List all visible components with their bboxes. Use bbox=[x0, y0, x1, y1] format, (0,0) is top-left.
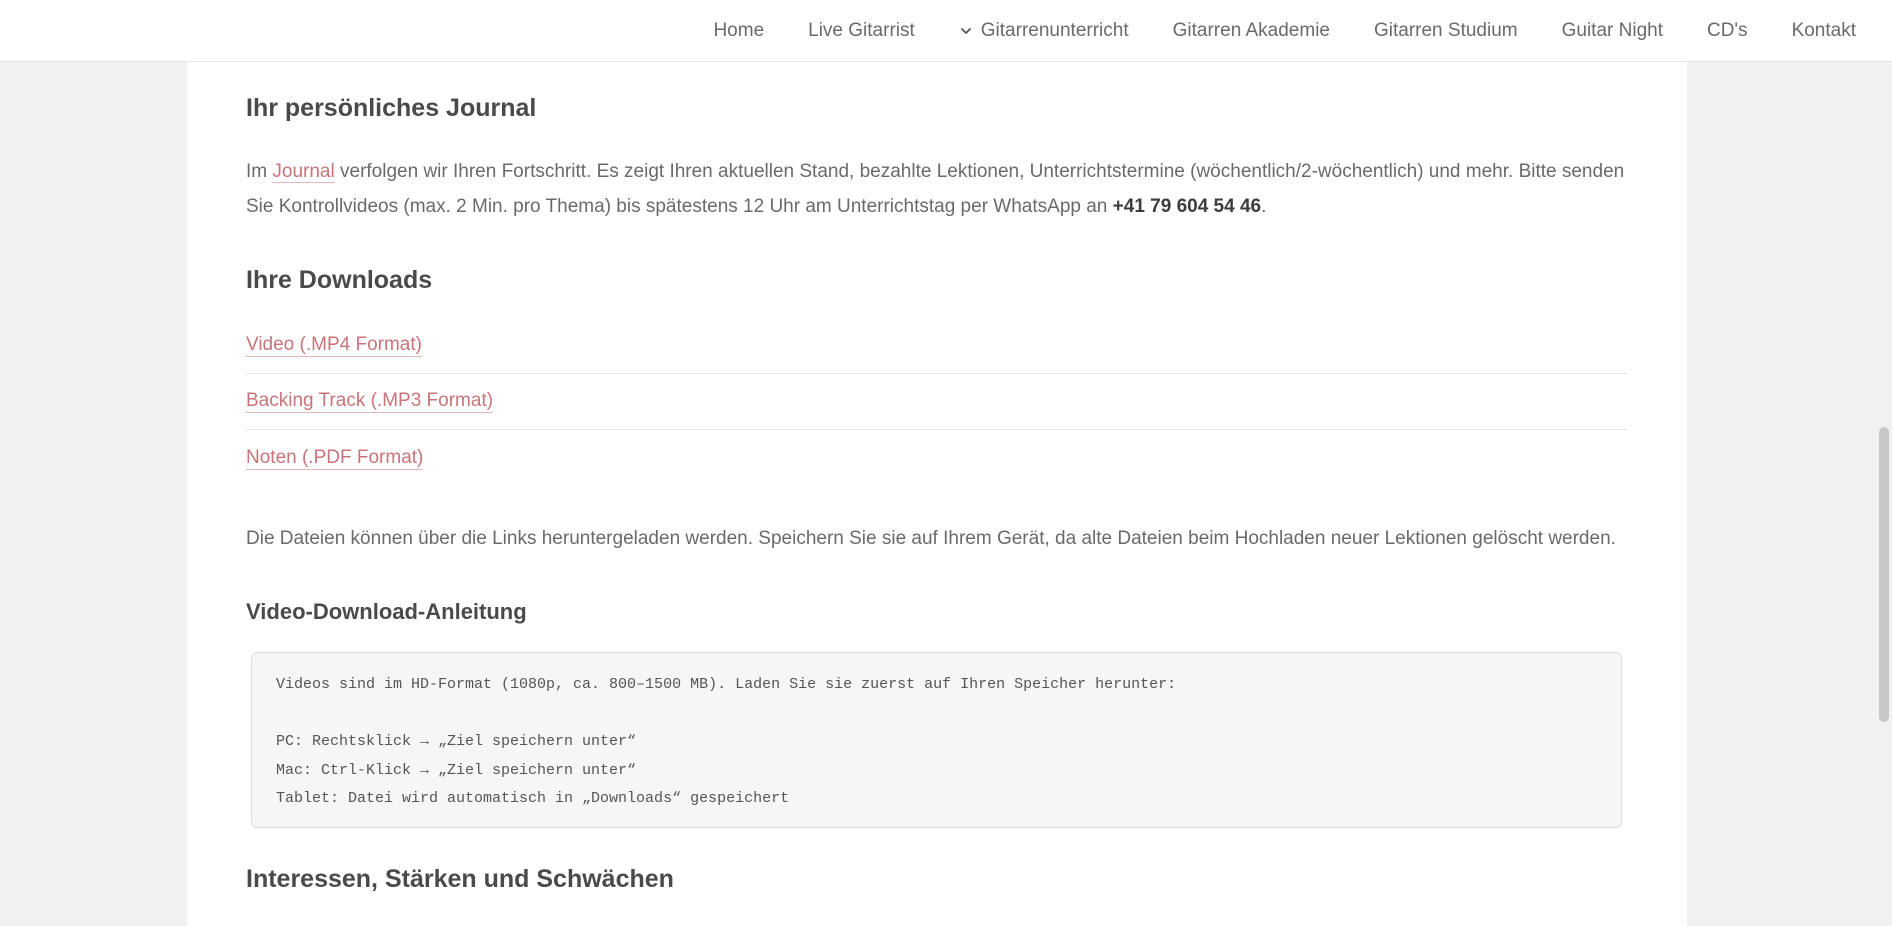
content-panel: Ihr persönliches Journal Im Journal verf… bbox=[187, 62, 1687, 926]
video-guide-code-block: Videos sind im HD-Format (1080p, ca. 800… bbox=[251, 652, 1622, 828]
nav-item-cds[interactable]: CD's bbox=[1685, 20, 1770, 42]
journal-text-after: verfolgen wir Ihren Fortschritt. Es zeig… bbox=[246, 161, 1625, 217]
code-line: PC: Rechtsklick → „Ziel speichern unter“ bbox=[276, 733, 637, 750]
code-line: Tablet: Datei wird automatisch in „Downl… bbox=[276, 790, 790, 807]
nav-item-label: Live Gitarrist bbox=[808, 20, 915, 41]
nav-item-gitarren-studium[interactable]: Gitarren Studium bbox=[1352, 20, 1540, 42]
nav-item-home[interactable]: Home bbox=[691, 20, 786, 42]
journal-heading: Ihr persönliches Journal bbox=[246, 94, 537, 122]
page-scrollbar[interactable] bbox=[1876, 62, 1892, 926]
code-line: Mac: Ctrl-Klick → „Ziel speichern unter“ bbox=[276, 761, 637, 779]
downloads-list: Video (.MP4 Format) Backing Track (.MP3 … bbox=[246, 318, 1627, 486]
scrollbar-thumb[interactable] bbox=[1879, 427, 1889, 722]
interests-heading: Interessen, Stärken und Schwächen bbox=[246, 865, 674, 893]
download-notes-link[interactable]: Noten (.PDF Format) bbox=[246, 447, 424, 470]
nav-item-gitarren-akademie[interactable]: Gitarren Akademie bbox=[1151, 20, 1352, 42]
nav-item-label: Guitar Night bbox=[1561, 20, 1663, 41]
nav-item-gitarrenunterricht[interactable]: Gitarrenunterricht bbox=[937, 20, 1151, 42]
main-nav: Home Live Gitarrist Gitarrenunterricht G… bbox=[691, 0, 1856, 62]
nav-item-label: CD's bbox=[1706, 20, 1748, 41]
download-video-link[interactable]: Video (.MP4 Format) bbox=[246, 334, 422, 357]
journal-text-end: . bbox=[1261, 196, 1267, 217]
nav-item-guitar-night[interactable]: Guitar Night bbox=[1540, 20, 1685, 42]
list-item: Backing Track (.MP3 Format) bbox=[246, 374, 1627, 430]
video-guide-heading: Video-Download-Anleitung bbox=[246, 599, 527, 624]
top-navigation-bar: Home Live Gitarrist Gitarrenunterricht G… bbox=[0, 0, 1892, 62]
list-item: Video (.MP4 Format) bbox=[246, 318, 1627, 374]
nav-item-kontakt[interactable]: Kontakt bbox=[1770, 20, 1856, 42]
code-line: Videos sind im HD-Format (1080p, ca. 800… bbox=[276, 676, 1177, 693]
chevron-down-icon bbox=[960, 28, 971, 34]
journal-text-before: Im bbox=[246, 161, 273, 182]
nav-item-label: Gitarren Studium bbox=[1373, 20, 1518, 41]
journal-link[interactable]: Journal bbox=[272, 161, 335, 183]
list-item: Noten (.PDF Format) bbox=[246, 430, 1627, 486]
nav-item-label: Gitarrenunterricht bbox=[980, 20, 1129, 41]
nav-item-label: Home bbox=[713, 20, 765, 41]
nav-item-live-gitarrist[interactable]: Live Gitarrist bbox=[786, 20, 937, 42]
downloads-note: Die Dateien können über die Links herunt… bbox=[246, 528, 1616, 549]
download-backing-track-link[interactable]: Backing Track (.MP3 Format) bbox=[246, 390, 494, 413]
nav-item-label: Gitarren Akademie bbox=[1172, 20, 1330, 41]
journal-paragraph: Im Journal verfolgen wir Ihren Fortschri… bbox=[246, 154, 1627, 224]
nav-item-label: Kontakt bbox=[1791, 20, 1856, 41]
whatsapp-phone-number: +41 79 604 54 46 bbox=[1112, 196, 1262, 217]
downloads-heading: Ihre Downloads bbox=[246, 266, 433, 294]
